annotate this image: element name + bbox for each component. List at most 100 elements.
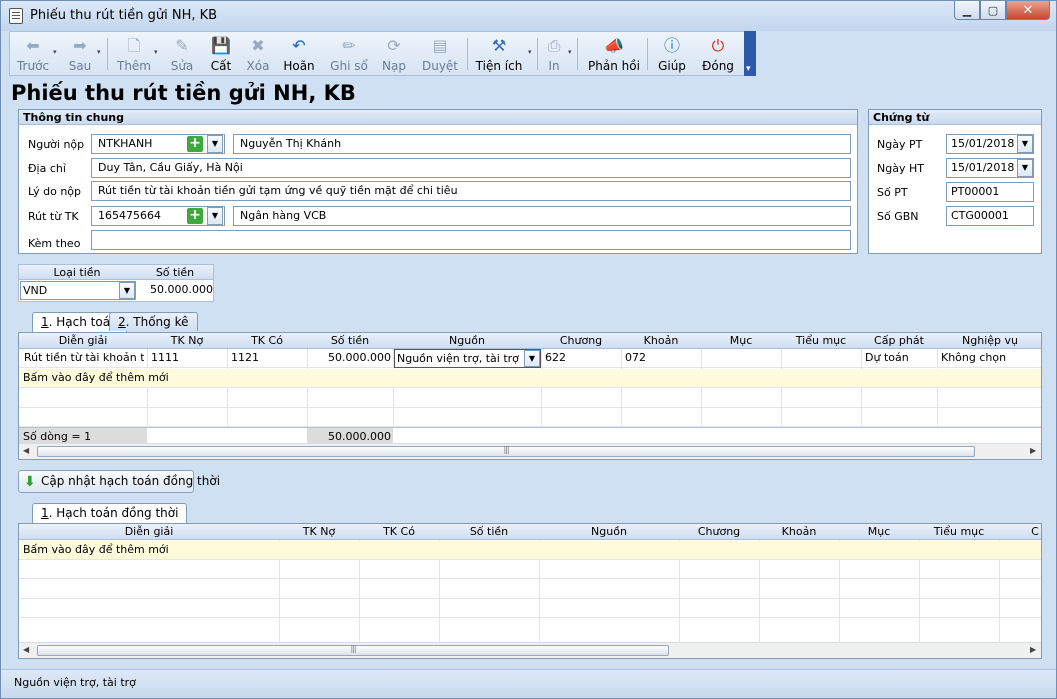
- next-dropdown-icon[interactable]: ▾: [97, 48, 101, 56]
- table-row[interactable]: Rút tiền từ tài khoản ti... 1111 1121 50…: [19, 349, 1041, 368]
- chevron-down-icon: ▼: [123, 286, 131, 295]
- horizontal-scrollbar[interactable]: ◀ ▶: [19, 443, 1041, 459]
- add-new-row-text[interactable]: Bấm vào đây để thêm mới: [23, 543, 169, 556]
- cancel-button[interactable]: ↶ Hoãn: [280, 34, 318, 74]
- arrow-left-icon: ⬅: [26, 36, 40, 55]
- account-number-input[interactable]: 165475664: [91, 206, 225, 226]
- feedback-button[interactable]: 📣 Phản hồi: [586, 34, 642, 74]
- so-gbn-label: Số GBN: [877, 210, 919, 223]
- toolbar-overflow-button[interactable]: [744, 31, 756, 76]
- row-description[interactable]: Rút tiền từ tài khoản ti...: [24, 351, 144, 364]
- print-button[interactable]: ⎙ In: [542, 34, 566, 74]
- col2-amount: Số tiền: [469, 525, 509, 538]
- delete-button[interactable]: ✖ Xóa: [241, 34, 275, 74]
- next-button[interactable]: ➡ Sau: [62, 34, 98, 74]
- scroll-right-icon[interactable]: ▶: [1030, 446, 1036, 455]
- row-chuong[interactable]: 622: [545, 351, 566, 364]
- chevron-down-icon: ▼: [211, 211, 219, 220]
- add-new-row[interactable]: Bấm vào đây để thêm mới: [19, 541, 1041, 560]
- close-form-button[interactable]: ⏻ Đóng: [698, 34, 738, 74]
- utilities-dropdown-icon[interactable]: ▾: [528, 48, 532, 56]
- address-label: Địa chỉ: [28, 162, 66, 175]
- currency-grid: Loại tiền Số tiền VND ▼ 50.000.000: [18, 264, 214, 302]
- add-button[interactable]: 🗋 Thêm: [114, 34, 154, 74]
- add-new-row[interactable]: Bấm vào đây để thêm mới: [19, 369, 1041, 388]
- footer-total-amount: 50.000.000: [328, 430, 391, 443]
- add-payer-button[interactable]: +: [187, 136, 203, 152]
- minimize-button[interactable]: ▁: [954, 1, 980, 20]
- empty-row: [19, 408, 1041, 427]
- megaphone-icon: 📣: [604, 36, 624, 55]
- payer-dropdown-button[interactable]: ▼: [207, 135, 223, 153]
- tools-icon: ⚒: [491, 36, 507, 55]
- add-dropdown-icon[interactable]: ▾: [154, 48, 158, 56]
- row-source-select[interactable]: Nguồn viện trợ, tài trợ: [394, 349, 541, 368]
- scroll-left-icon[interactable]: ◀: [23, 645, 29, 654]
- row-cap-phat[interactable]: Dự toán: [865, 351, 909, 364]
- status-text: Nguồn viện trợ, tài trợ: [14, 676, 136, 689]
- prev-button[interactable]: ⬅ Trước: [14, 34, 52, 74]
- empty-row: [19, 618, 1041, 637]
- scroll-left-icon[interactable]: ◀: [23, 446, 29, 455]
- pencil-icon: ✏: [342, 36, 356, 55]
- row-khoan[interactable]: 072: [625, 351, 646, 364]
- reload-icon: ⟳: [387, 36, 401, 55]
- horizontal-scrollbar-2[interactable]: ◀ ▶: [19, 642, 1041, 658]
- edit-button[interactable]: ✎ Sửa: [164, 34, 200, 74]
- date-ht-dropdown[interactable]: ▼: [1017, 159, 1033, 177]
- reason-input[interactable]: Rút tiền từ tài khoản tiền gửi tạm ứng v…: [91, 181, 851, 201]
- save-button[interactable]: 💾 Cất: [204, 34, 238, 74]
- date-pt-dropdown[interactable]: ▼: [1017, 135, 1033, 153]
- power-icon: ⏻: [711, 36, 725, 55]
- close-icon: ✕: [1022, 2, 1034, 18]
- currency-dropdown[interactable]: ▼: [119, 282, 135, 299]
- bank-name-input[interactable]: Ngân hàng VCB: [233, 206, 851, 226]
- undo-icon: ↶: [292, 36, 306, 55]
- add-account-button[interactable]: +: [187, 208, 203, 224]
- post-button[interactable]: ✏ Ghi sổ: [328, 34, 370, 74]
- row-tk-co[interactable]: 1121: [231, 351, 259, 364]
- prev-dropdown-icon[interactable]: ▾: [53, 48, 57, 56]
- separator: [647, 38, 648, 70]
- help-button[interactable]: ⓘ Giúp: [655, 34, 689, 74]
- tab-statistics[interactable]: 2. Thống kê: [109, 312, 198, 331]
- col2-source: Nguồn: [591, 525, 627, 538]
- general-info-panel: Thông tin chung Người nộp NTKHANH + ▼ Ng…: [18, 109, 858, 254]
- maximize-button[interactable]: ▢: [980, 1, 1006, 20]
- col-nghiep-vu: Nghiệp vụ: [962, 334, 1018, 347]
- plus-icon: +: [189, 207, 201, 223]
- source-dropdown[interactable]: ▼: [524, 350, 540, 367]
- close-button[interactable]: ✕: [1006, 1, 1050, 20]
- scroll-right-icon[interactable]: ▶: [1030, 645, 1036, 654]
- account-dropdown-button[interactable]: ▼: [207, 207, 223, 225]
- update-concurrent-button[interactable]: ⬇ Cập nhật hạch toán đồng thời: [18, 470, 220, 493]
- general-info-header: Thông tin chung: [19, 110, 857, 125]
- so-gbn-input[interactable]: CTG00001: [946, 206, 1034, 226]
- payer-name-input[interactable]: Nguyễn Thị Khánh: [233, 134, 851, 154]
- col2-muc: Mục: [867, 525, 891, 538]
- col2-tieu-muc: Tiểu mục: [933, 525, 985, 538]
- attachment-input[interactable]: [91, 230, 851, 250]
- address-input[interactable]: Duy Tân, Cầu Giấy, Hà Nội: [91, 158, 851, 178]
- currency-type-header: Loại tiền: [53, 266, 101, 279]
- utilities-button[interactable]: ⚒ Tiện ích: [473, 34, 525, 74]
- approve-icon: ▤: [432, 36, 448, 55]
- scroll-thumb[interactable]: [37, 446, 975, 457]
- row-amount[interactable]: 50.000.000: [309, 351, 391, 364]
- tab-concurrent-accounting[interactable]: 1. Hạch toán đồng thời: [32, 503, 188, 523]
- so-pt-input[interactable]: PT00001: [946, 182, 1034, 202]
- accounting-grid-header: Diễn giải TK Nợ TK Có Số tiền Nguồn Chươ…: [19, 333, 1041, 349]
- delete-icon: ✖: [251, 36, 265, 55]
- print-dropdown-icon[interactable]: ▾: [568, 48, 572, 56]
- maximize-icon: ▢: [987, 3, 999, 17]
- row-tk-no[interactable]: 1111: [151, 351, 179, 364]
- currency-amount[interactable]: 50.000.000: [139, 283, 213, 296]
- approve-button[interactable]: ▤ Duyệt: [418, 34, 462, 74]
- add-doc-icon: 🗋: [127, 36, 141, 55]
- payer-code-input[interactable]: NTKHANH: [91, 134, 225, 154]
- load-button[interactable]: ⟳ Nạp: [377, 34, 411, 74]
- add-new-row-text[interactable]: Bấm vào đây để thêm mới: [23, 371, 169, 384]
- col2-tk-co: TK Có: [383, 525, 415, 538]
- row-nghiep-vu[interactable]: Không chọn: [941, 351, 1006, 364]
- scroll-thumb[interactable]: [37, 645, 669, 656]
